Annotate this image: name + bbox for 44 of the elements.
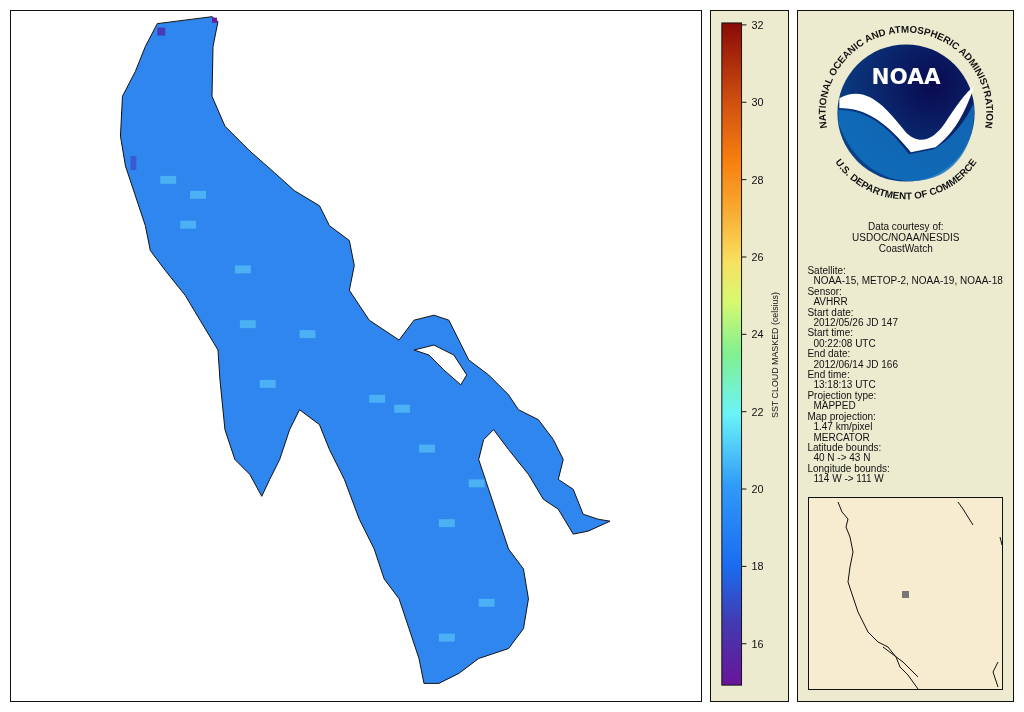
metadata-label: Satellite: — [807, 266, 846, 276]
colorbar-title: SST CLOUD MASKED (celsius) — [769, 292, 780, 418]
metadata-label: Map projection: — [807, 411, 876, 423]
metadata-label: Projection type: — [807, 390, 877, 402]
tick-mark — [740, 24, 747, 26]
metadata-value: 00:22:08 UTC — [812, 338, 876, 349]
metadata-value: AVHRR — [812, 297, 848, 308]
tick-mark — [740, 565, 747, 567]
credit-line: USDOC/NOAA/NESDIS — [852, 232, 960, 243]
metadata-value: 40 N -> 43 N — [812, 453, 871, 464]
tick-label: 26 — [751, 250, 764, 263]
metadata-value: 114 W -> 111 W — [813, 474, 884, 485]
metadata-value: MAPPED — [813, 401, 856, 412]
location-marker — [902, 591, 910, 598]
tick-mark — [740, 179, 747, 181]
tick-label: 22 — [751, 405, 764, 418]
tick-label: 18 — [751, 560, 764, 573]
tick-mark — [740, 256, 747, 258]
metadata-value: 2012/05/26 JD 147 — [813, 318, 898, 329]
credit-line: Data courtesy of: — [867, 221, 944, 232]
credit-line: CoastWatch — [878, 243, 933, 254]
metadata-label: Sensor: — [807, 286, 842, 297]
metadata-label: Start date: — [807, 307, 854, 318]
tick-label: 24 — [751, 328, 764, 341]
metadata-label: Latitude bounds: — [807, 442, 882, 453]
tick-mark — [740, 643, 747, 645]
tick-label: 20 — [751, 482, 764, 495]
metadata-label: Longitude bounds: — [807, 463, 890, 475]
tick-mark — [740, 333, 747, 335]
metadata-label: End date: — [807, 349, 851, 360]
metadata-value: 13:18:13 UTC — [812, 380, 876, 391]
tick-mark — [740, 101, 747, 103]
tick-mark — [740, 411, 747, 413]
tick-label: 32 — [751, 18, 764, 31]
metadata-value: 2012/06/14 JD 166 — [812, 359, 898, 370]
tick-label: 16 — [751, 637, 764, 650]
tick-label: 30 — [751, 96, 764, 109]
metadata-value: 1.47 km/pixel — [813, 422, 873, 433]
metadata-label: End time: — [807, 370, 850, 381]
tick-mark — [740, 488, 747, 490]
metadata-value: MERCATOR — [812, 432, 870, 443]
tick-label: 28 — [751, 173, 764, 186]
metadata-value: NOAA-15, METOP-2, NOAA-19, NOAA-18 — [812, 276, 1003, 287]
metadata-label: Start time: — [807, 328, 853, 339]
